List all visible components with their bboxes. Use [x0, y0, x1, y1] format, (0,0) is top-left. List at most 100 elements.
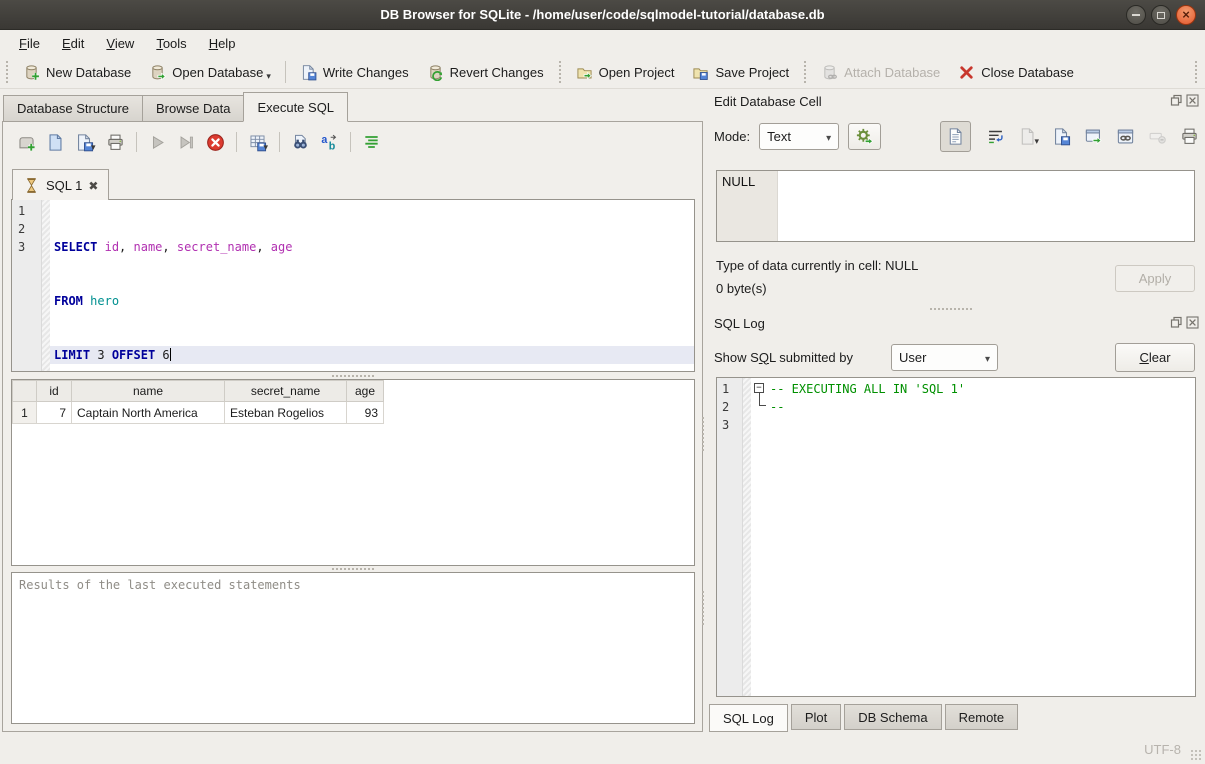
log-filter-row: Show SQL submitted by User Clear	[714, 342, 1199, 372]
open-database-button[interactable]: Open Database	[140, 60, 280, 85]
tab-database-structure[interactable]: Database Structure	[3, 95, 143, 122]
save-sql-dropdown-icon[interactable]	[91, 138, 96, 153]
mode-select[interactable]: Text	[759, 123, 839, 150]
print-icon	[1180, 127, 1199, 146]
column-header-age[interactable]: age	[347, 381, 384, 402]
close-database-button[interactable]: Close Database	[949, 60, 1083, 85]
open-sql-file-button[interactable]	[46, 133, 65, 152]
open-project-button[interactable]: Open Project	[567, 60, 684, 85]
resize-grip[interactable]	[1190, 749, 1202, 761]
fold-tree-line	[759, 393, 766, 406]
menu-item-view[interactable]: View	[95, 33, 145, 54]
text-mode-button[interactable]	[940, 121, 971, 152]
sql-log-view[interactable]: 1 2 3 -- EXECUTING ALL IN 'SQL 1' --	[716, 377, 1196, 697]
close-icon: ×	[1182, 8, 1190, 21]
toolbar-drag-handle[interactable]	[804, 61, 806, 83]
print-sql-button[interactable]	[106, 133, 125, 152]
toolbar-drag-handle[interactable]	[559, 61, 561, 83]
execute-sql-panel: ab SQL 1 1 2 3 SELECT id, name, secret_n…	[2, 121, 703, 732]
auto-apply-button[interactable]	[848, 123, 881, 150]
close-panel-icon[interactable]	[1186, 316, 1199, 329]
save-results-dropdown-icon[interactable]	[264, 138, 269, 153]
sql-tab-label: SQL 1	[46, 178, 82, 193]
float-panel-icon[interactable]	[1170, 316, 1183, 329]
cell-id[interactable]: 7	[37, 402, 72, 424]
export-cell-data-button[interactable]	[1084, 127, 1103, 146]
cell-editor-area[interactable]	[778, 171, 1194, 241]
cell-log-splitter[interactable]	[705, 306, 1197, 311]
column-header-name[interactable]: name	[72, 381, 225, 402]
sql-editor-tab[interactable]: SQL 1	[12, 169, 109, 200]
format-sql-icon	[362, 133, 381, 152]
dock-tab-plot[interactable]: Plot	[791, 704, 841, 730]
editor-results-splitter[interactable]	[3, 373, 702, 378]
fold-marker-icon[interactable]	[754, 383, 764, 393]
table-header-row: id name secret_name age	[13, 381, 384, 402]
sql-editor[interactable]: 1 2 3 SELECT id, name, secret_name, age …	[11, 199, 695, 372]
sql-code[interactable]: SELECT id, name, secret_name, age FROM h…	[50, 200, 694, 371]
autocomplete-button[interactable]: ab	[320, 133, 339, 152]
cell-secret-name[interactable]: Esteban Rogelios	[225, 402, 347, 424]
save-project-button[interactable]: Save Project	[683, 60, 798, 85]
save-sql-file-button[interactable]	[75, 133, 96, 152]
code-line-3: LIMIT 3 OFFSET 6	[50, 346, 694, 364]
results-message-splitter[interactable]	[3, 566, 702, 571]
write-changes-button[interactable]: Write Changes	[291, 60, 418, 85]
execute-all-button	[148, 133, 167, 152]
format-sql-button[interactable]	[362, 133, 381, 152]
new-tab-icon	[17, 133, 36, 152]
close-button[interactable]: ×	[1176, 5, 1196, 25]
open-database-dropdown-icon[interactable]	[266, 67, 271, 82]
menu-item-tools[interactable]: Tools	[145, 33, 197, 54]
column-header-id[interactable]: id	[37, 381, 72, 402]
set-null-icon	[1148, 127, 1167, 146]
menu-item-file[interactable]: File	[8, 33, 51, 54]
menu-item-help[interactable]: Help	[198, 33, 247, 54]
autocomplete-icon: ab	[320, 133, 339, 152]
revert-changes-button[interactable]: Revert Changes	[418, 60, 553, 85]
import-cell-data-button[interactable]	[1052, 127, 1071, 146]
execute-icon	[148, 133, 167, 152]
corner-header[interactable]	[13, 381, 37, 402]
find-button[interactable]	[291, 133, 310, 152]
log-filter-select[interactable]: User	[891, 344, 998, 371]
new-sql-tab-button[interactable]	[17, 133, 36, 152]
maximize-button[interactable]	[1151, 5, 1171, 25]
menubar: File Edit View Tools Help	[0, 31, 1205, 56]
cell-age[interactable]: 93	[347, 402, 384, 424]
menu-item-edit[interactable]: Edit	[51, 33, 95, 54]
encoding-indicator[interactable]: UTF-8	[1144, 742, 1181, 757]
write-changes-icon	[300, 64, 317, 81]
close-panel-icon[interactable]	[1186, 94, 1199, 107]
row-number-cell[interactable]: 1	[13, 402, 37, 424]
line-number-gutter: 1 2 3	[12, 200, 42, 371]
titlebar[interactable]: DB Browser for SQLite - /home/user/code/…	[0, 0, 1205, 30]
float-panel-icon[interactable]	[1170, 94, 1183, 107]
clear-log-button[interactable]: Clear	[1115, 343, 1195, 372]
cell-name[interactable]: Captain North America	[72, 402, 225, 424]
save-results-button[interactable]	[248, 133, 269, 152]
cell-type-info: Type of data currently in cell: NULL	[716, 258, 918, 273]
dock-tab-remote[interactable]: Remote	[945, 704, 1019, 730]
dock-tab-sql-log[interactable]: SQL Log	[709, 704, 788, 732]
close-tab-icon[interactable]	[88, 178, 98, 193]
stop-execution-button[interactable]	[206, 133, 225, 152]
dock-tab-db-schema[interactable]: DB Schema	[844, 704, 941, 730]
results-message-pane[interactable]: Results of the last executed statements	[11, 572, 695, 724]
tab-execute-sql[interactable]: Execute SQL	[243, 92, 348, 122]
toolbar-drag-handle[interactable]	[6, 61, 8, 83]
open-url-button[interactable]	[1116, 127, 1135, 146]
toolbar-drag-handle[interactable]	[1195, 61, 1197, 83]
tab-browse-data[interactable]: Browse Data	[142, 95, 244, 122]
open-sql-file-icon	[46, 133, 65, 152]
open-in-cell-button	[1018, 127, 1039, 146]
main-tab-bar: Database Structure Browse Data Execute S…	[3, 92, 347, 122]
new-database-button[interactable]: New Database	[14, 60, 140, 85]
word-wrap-button[interactable]	[986, 127, 1005, 146]
print-cell-button[interactable]	[1180, 127, 1199, 146]
column-header-secret-name[interactable]: secret_name	[225, 381, 347, 402]
cell-value: NULL	[722, 174, 755, 189]
minimize-button[interactable]	[1126, 5, 1146, 25]
cell-editor[interactable]: NULL	[716, 170, 1195, 242]
execute-line-button	[177, 133, 196, 152]
